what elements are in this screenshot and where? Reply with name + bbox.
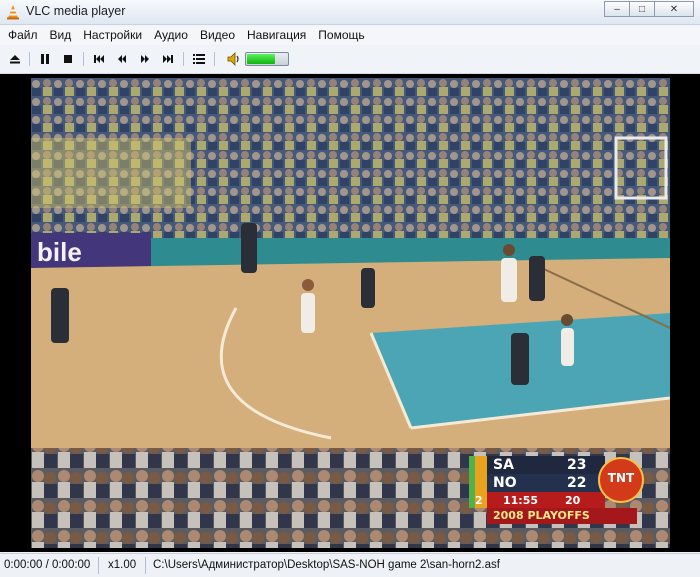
pause-icon	[41, 54, 49, 64]
minimize-button[interactable]: –	[604, 1, 630, 17]
eject-button[interactable]	[5, 50, 25, 68]
volume-slider[interactable]	[245, 52, 289, 66]
status-divider	[98, 557, 99, 574]
menu-file[interactable]: Файл	[0, 25, 44, 45]
volume-level	[247, 54, 275, 64]
playlist-icon	[193, 54, 205, 64]
maximize-button[interactable]: □	[629, 1, 655, 17]
shot-clock: 20	[565, 494, 581, 507]
playoffs-banner: 2008 PLAYOFFS	[493, 509, 590, 522]
playlist-button[interactable]	[189, 50, 209, 68]
eject-icon	[10, 55, 20, 64]
scoreboard-clock: 2 11:55 20	[475, 493, 603, 509]
team2-score: 22	[567, 475, 587, 491]
fast-forward-icon	[141, 55, 149, 63]
pause-button[interactable]	[35, 50, 55, 68]
toolbar-separator	[214, 52, 215, 66]
team2-name: NO	[493, 475, 517, 491]
scoreboard-team1: SA 23	[489, 457, 603, 473]
toolbar-separator	[183, 52, 184, 66]
next-icon	[163, 55, 173, 63]
window-title: VLC media player	[26, 4, 126, 18]
menu-settings[interactable]: Настройки	[77, 25, 148, 45]
time-display[interactable]: 0:00:00 / 0:00:00	[4, 554, 90, 577]
title-bar[interactable]: VLC media player – □ ✕	[0, 0, 700, 25]
speaker-icon	[227, 52, 239, 66]
playback-toolbar	[0, 46, 700, 74]
previous-icon	[94, 55, 104, 63]
toolbar-separator	[83, 52, 84, 66]
menu-bar: Файл Вид Настройки Аудио Видео Навигация…	[0, 25, 700, 45]
mute-button[interactable]	[224, 50, 244, 68]
toolbar-separator	[29, 52, 30, 66]
previous-button[interactable]	[89, 50, 109, 68]
scoreboard-overlay: SA 23 NO 22 2 11:55 20 TNT 2008 PLAYOFFS	[469, 456, 645, 524]
vlc-window: VLC media player – □ ✕ Файл Вид Настройк…	[0, 0, 700, 577]
arena-sign-text: bile	[37, 237, 82, 267]
network-logo: TNT	[607, 471, 635, 485]
window-controls: – □ ✕	[604, 1, 694, 18]
stop-button[interactable]	[58, 50, 78, 68]
vlc-cone-icon	[7, 5, 19, 20]
file-path: C:\Users\Администратор\Desktop\SAS-NOH g…	[153, 559, 500, 571]
menu-help[interactable]: Помощь	[312, 25, 370, 45]
status-bar: 0:00:00 / 0:00:00 x1.00 C:\Users\Админис…	[0, 553, 700, 577]
video-frame[interactable]: bile SA 23 NO 22 2 11:55 20 TNT 2008 PLA…	[31, 78, 670, 548]
rewind-button[interactable]	[112, 50, 132, 68]
menu-video[interactable]: Видео	[194, 25, 241, 45]
menu-audio[interactable]: Аудио	[148, 25, 194, 45]
next-button[interactable]	[158, 50, 178, 68]
rewind-icon	[118, 55, 126, 63]
menu-navigation[interactable]: Навигация	[241, 25, 312, 45]
team1-score: 23	[567, 457, 587, 473]
quarter: 2	[475, 494, 483, 507]
game-clock: 11:55	[503, 494, 539, 507]
fast-forward-button[interactable]	[135, 50, 155, 68]
status-divider	[145, 557, 146, 574]
team1-name: SA	[493, 457, 514, 473]
scoreboard-team2: NO 22	[489, 475, 603, 491]
close-button[interactable]: ✕	[654, 1, 694, 17]
menu-view[interactable]: Вид	[44, 25, 78, 45]
playback-speed[interactable]: x1.00	[108, 554, 136, 577]
stop-icon	[64, 55, 72, 63]
